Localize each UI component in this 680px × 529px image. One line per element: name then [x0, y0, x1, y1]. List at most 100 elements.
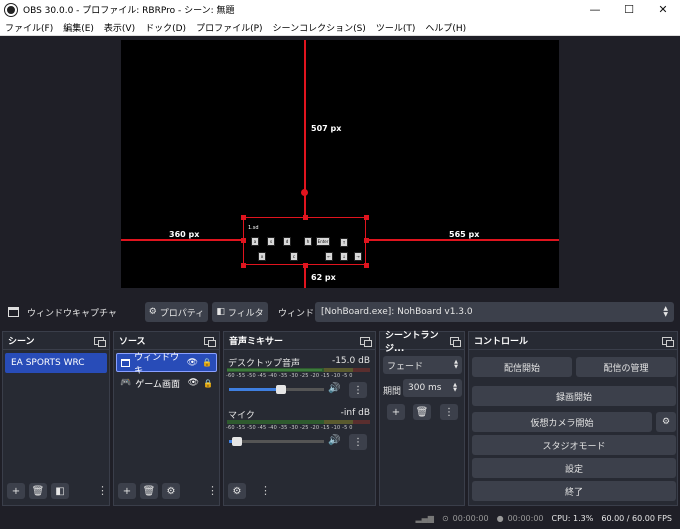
properties-button[interactable]: ⚙ プロパティ: [145, 302, 208, 322]
scene-item[interactable]: EA SPORTS WRC: [5, 353, 107, 373]
meter-scale: -60 -55 -50 -45 -40 -35 -30 -25 -20 -15 …: [226, 425, 353, 431]
volume-slider[interactable]: [229, 437, 324, 446]
start-virtual-camera-button[interactable]: 仮想カメラ開始: [472, 412, 652, 432]
meter-scale: -60 -55 -50 -45 -40 -35 -30 -25 -20 -15 …: [226, 373, 353, 379]
more-options-icon[interactable]: ⋮: [97, 485, 108, 496]
minimize-button[interactable]: —: [578, 0, 612, 19]
scene-item-label: EA SPORTS WRC: [11, 358, 85, 368]
source-toolbar: ウィンドウキャプチャ ⚙ プロパティ ◧ フィルタ ウィンドウ [NohBoar…: [0, 298, 680, 326]
guide-dot: [301, 189, 308, 196]
key-up: ↑: [340, 238, 348, 247]
volume-slider-handle[interactable]: [231, 437, 242, 446]
more-options-icon[interactable]: ⋮: [207, 485, 218, 496]
menu-view[interactable]: 表示(V): [99, 21, 140, 34]
remove-scene-button[interactable]: 🗑: [29, 483, 47, 499]
menu-profile[interactable]: プロファイル(P): [191, 21, 267, 34]
add-source-button[interactable]: +: [118, 483, 136, 499]
controls-title: コントロール: [474, 337, 529, 347]
guide-line-left: [121, 239, 243, 241]
record-icon: ●: [496, 514, 504, 523]
window-select-value: [NohBoard.exe]: NohBoard v1.3.0: [321, 307, 473, 317]
lock-icon[interactable]: 🔒: [203, 379, 213, 388]
transition-menu-button[interactable]: ⋮: [440, 404, 458, 420]
start-recording-button[interactable]: 録画開始: [472, 386, 676, 406]
eye-icon[interactable]: 👁: [187, 358, 198, 368]
more-options-icon[interactable]: ⋮: [260, 485, 271, 496]
scene-filters-button[interactable]: ◧: [51, 483, 69, 499]
resize-handle-ml[interactable]: [241, 238, 246, 243]
remove-source-button[interactable]: 🗑: [140, 483, 158, 499]
selected-source-box[interactable]: 1.sd a s d h Enter ↑ x c ← ↓ →: [243, 217, 366, 265]
menu-docks[interactable]: ドック(D): [140, 21, 191, 34]
distance-right-label: 565 px: [449, 230, 480, 239]
volume-slider[interactable]: [229, 385, 324, 394]
menu-tools[interactable]: ツール(T): [371, 21, 421, 34]
volume-slider-handle[interactable]: [276, 385, 287, 394]
key-right: →: [354, 252, 362, 261]
filters-label: フィルタ: [227, 308, 264, 319]
source-item-label: ウィンドウキ: [134, 352, 180, 376]
resize-handle-tm[interactable]: [303, 215, 308, 220]
preview-canvas[interactable]: 507 px 360 px 565 px 62 px 1.sd a s d h …: [121, 40, 559, 288]
source-properties-button[interactable]: ⚙: [162, 483, 180, 499]
menu-help[interactable]: ヘルプ(H): [420, 21, 471, 34]
sources-title: ソース: [119, 337, 146, 347]
key-s: s: [267, 237, 275, 246]
channel-menu-button[interactable]: ⋮: [349, 434, 367, 450]
title-bar: OBS 30.0.0 - プロファイル: RBRPro - シーン: 無題 — …: [0, 0, 680, 19]
settings-button[interactable]: 設定: [472, 458, 676, 478]
menu-edit[interactable]: 編集(E): [58, 21, 99, 34]
resize-handle-tr[interactable]: [364, 215, 369, 220]
add-scene-button[interactable]: +: [7, 483, 25, 499]
channel-menu-button[interactable]: ⋮: [349, 382, 367, 398]
guide-line-right: [366, 239, 559, 241]
filter-icon: ◧: [216, 307, 225, 317]
close-button[interactable]: ✕: [646, 0, 680, 19]
virtual-camera-settings-button[interactable]: ⚙: [656, 412, 676, 432]
source-item[interactable]: ウィンドウキ 👁 🔒: [116, 353, 217, 376]
lock-icon[interactable]: 🔒: [202, 358, 212, 367]
eye-icon[interactable]: 👁: [188, 378, 199, 388]
filters-button[interactable]: ◧ フィルタ: [212, 302, 268, 322]
record-time: 00:00:00: [507, 514, 544, 523]
resize-handle-mr[interactable]: [364, 238, 369, 243]
audio-meter-level: [227, 369, 322, 371]
scenes-title: シーン: [8, 337, 35, 347]
window-select[interactable]: [NohBoard.exe]: NohBoard v1.3.0 ▲ ▼: [315, 302, 674, 322]
manage-stream-button[interactable]: 配信の管理: [576, 357, 676, 377]
transition-select[interactable]: フェード ▲ ▼: [383, 356, 462, 374]
maximize-button[interactable]: ☐: [612, 0, 646, 19]
exit-button[interactable]: 終了: [472, 481, 676, 501]
menu-file[interactable]: ファイル(F): [0, 21, 58, 34]
studio-mode-button[interactable]: スタジオモード: [472, 435, 676, 455]
speaker-icon[interactable]: 🔊: [328, 435, 340, 446]
duration-label: 期間: [383, 387, 402, 397]
resize-handle-br[interactable]: [364, 263, 369, 268]
undock-icon[interactable]: [360, 336, 372, 347]
duration-spinbox[interactable]: 300 ms ▲ ▼: [403, 379, 462, 397]
properties-label: プロパティ: [159, 308, 205, 319]
speaker-icon[interactable]: 🔊: [328, 383, 340, 394]
undock-icon[interactable]: [449, 336, 462, 347]
key-a: a: [251, 237, 259, 246]
undock-icon[interactable]: [204, 336, 216, 347]
sources-dock: ソース ウィンドウキ 👁 🔒 🎮 ゲーム画面 👁 🔒 + 🗑 ⚙ ⋮: [113, 331, 220, 506]
selected-source-name: ウィンドウキャプチャ: [27, 308, 117, 319]
window-capture-icon: [8, 307, 19, 317]
gear-icon: ⚙: [148, 307, 157, 317]
duration-value: 300 ms: [408, 383, 442, 393]
resize-handle-bl[interactable]: [241, 263, 246, 268]
source-item[interactable]: 🎮 ゲーム画面 👁 🔒: [116, 374, 217, 392]
undock-icon[interactable]: [662, 336, 674, 347]
remove-transition-button[interactable]: 🗑: [413, 404, 431, 420]
menu-scene-collection[interactable]: シーンコレクション(S): [268, 21, 371, 34]
add-transition-button[interactable]: +: [387, 404, 405, 420]
undock-icon[interactable]: [94, 336, 106, 347]
resize-handle-bm[interactable]: [303, 263, 308, 268]
resize-handle-tl[interactable]: [241, 215, 246, 220]
spinbox-arrows-icon: ▲ ▼: [453, 382, 457, 393]
start-streaming-button[interactable]: 配信開始: [472, 357, 572, 377]
advanced-audio-button[interactable]: ⚙: [228, 483, 246, 499]
key-left: ←: [325, 252, 333, 261]
updown-icon: ▲ ▼: [663, 305, 668, 318]
